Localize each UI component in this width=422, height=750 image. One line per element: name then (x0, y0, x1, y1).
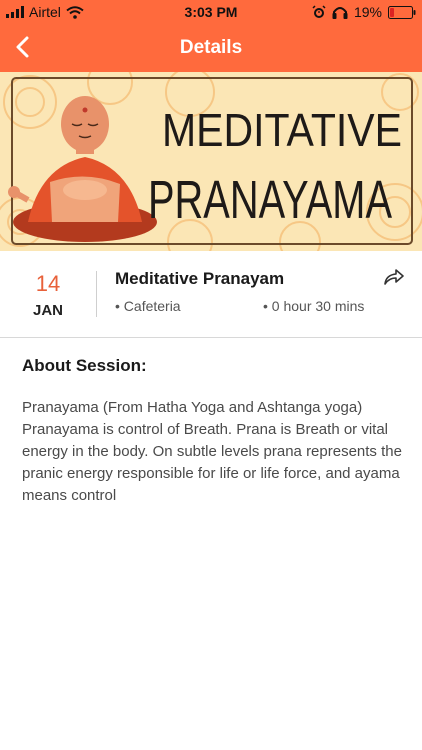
banner-illustration: MEDITATIVE PRANAYAMA (0, 72, 422, 251)
app-header: Details (0, 24, 422, 72)
battery-percent: 19% (353, 4, 382, 20)
session-month: JAN (32, 302, 63, 319)
status-bar: Airtel 3:03 PM 19% (0, 0, 422, 24)
battery-icon (388, 5, 416, 19)
banner-title-line2: PRANAYAMA (148, 170, 392, 230)
session-banner: MEDITATIVE PRANAYAMA (0, 72, 422, 251)
share-button[interactable] (382, 265, 406, 289)
status-right: 19% (312, 4, 416, 20)
date-divider (96, 271, 97, 317)
session-duration: • 0 hour 30 mins (263, 298, 365, 314)
session-day: 14 (35, 271, 61, 296)
share-icon (384, 269, 404, 285)
alarm-icon (312, 5, 326, 18)
headphones-icon (332, 7, 348, 19)
about-heading: About Session: (22, 356, 147, 375)
session-info: 14 JAN Meditative Pranayam • Cafeteria •… (0, 251, 422, 338)
session-venue: • Cafeteria (115, 298, 181, 314)
banner-title-line1: MEDITATIVE (162, 104, 402, 156)
about-description: Pranayama (From Hatha Yoga and Ashtanga … (22, 399, 402, 504)
page-title: Details (179, 37, 243, 58)
session-title: Meditative Pranayam (115, 269, 285, 288)
